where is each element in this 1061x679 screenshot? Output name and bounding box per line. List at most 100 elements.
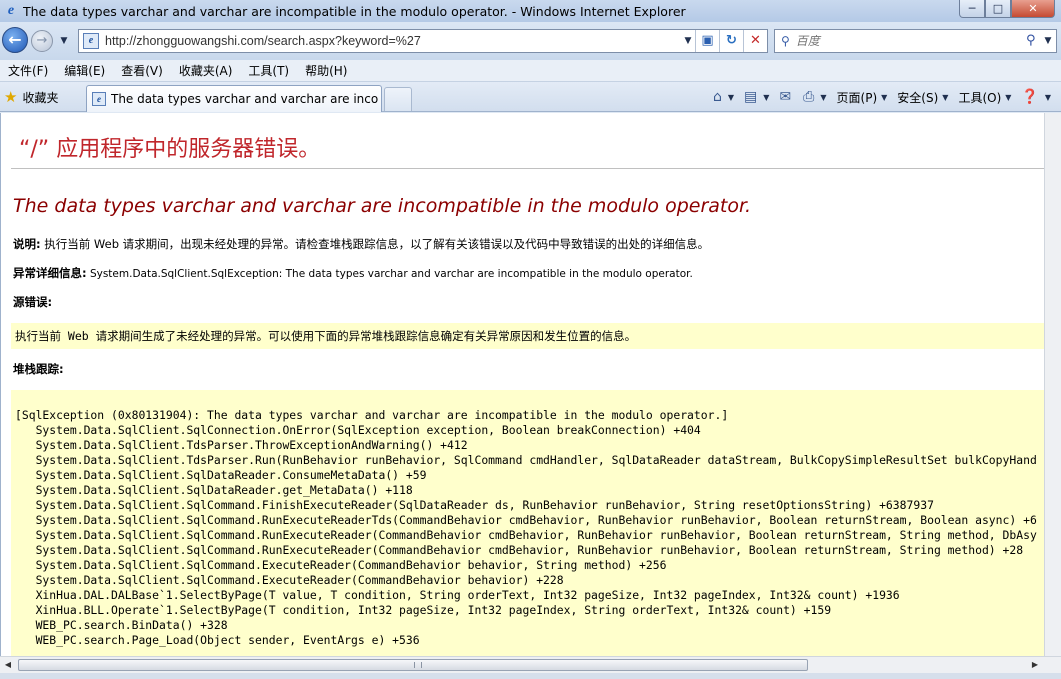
- home-button[interactable]: ⌂ ▼: [713, 89, 734, 105]
- navigation-bar: ← → ▼ e http://zhongguowangshi.com/searc…: [0, 22, 1061, 60]
- page-icon: e: [83, 33, 99, 49]
- stack-label: 堆栈跟踪:: [13, 362, 64, 376]
- tools-menu-label: 工具(O): [958, 90, 1002, 105]
- address-url[interactable]: http://zhongguowangshi.com/search.aspx?k…: [105, 34, 421, 48]
- menu-bar: 文件(F) 编辑(E) 查看(V) 收藏夹(A) 工具(T) 帮助(H): [0, 60, 1061, 82]
- title-bar[interactable]: e The data types varchar and varchar are…: [0, 0, 1061, 22]
- stack-line: System.Data.SqlClient.SqlCommand.FinishE…: [15, 498, 934, 512]
- compatibility-view-icon[interactable]: ▣: [695, 30, 719, 52]
- tab-active[interactable]: e The data types varchar and varchar are…: [86, 85, 382, 112]
- search-icon[interactable]: ⚲: [1026, 30, 1040, 52]
- stack-line: System.Data.SqlClient.SqlDataReader.Cons…: [15, 468, 427, 482]
- feeds-button[interactable]: ▤ ▼: [744, 89, 769, 105]
- stack-line: XinHua.BLL.Operate`1.SelectByPage(T cond…: [15, 603, 832, 617]
- chevron-down-icon[interactable]: ▼: [763, 93, 769, 102]
- description-label: 说明:: [13, 237, 41, 251]
- search-box[interactable]: ⚲ ⚲ ▼: [774, 29, 1057, 53]
- stack-trace-box: [SqlException (0x80131904): The data typ…: [11, 390, 1061, 656]
- source-error-box: 执行当前 Web 请求期间生成了未经处理的异常。可以使用下面的异常堆栈跟踪信息确…: [11, 323, 1045, 349]
- details-line: 异常详细信息: System.Data.SqlClient.SqlExcepti…: [13, 265, 693, 281]
- chevron-down-icon[interactable]: ▼: [820, 93, 826, 102]
- safety-menu-button[interactable]: 安全(S) ▼: [897, 89, 948, 106]
- close-button[interactable]: ✕: [1011, 0, 1055, 18]
- menu-favorites[interactable]: 收藏夹(A): [171, 60, 241, 82]
- address-dropdown-icon[interactable]: ▼: [681, 30, 695, 52]
- print-button[interactable]: ⎙ ▼: [803, 89, 826, 105]
- tab-label: The data types varchar and varchar are i…: [111, 92, 379, 106]
- page-icon: e: [92, 92, 106, 106]
- details-text: System.Data.SqlClient.SqlException: The …: [86, 268, 693, 280]
- menu-view[interactable]: 查看(V): [113, 60, 171, 82]
- window-title: The data types varchar and varchar are i…: [23, 3, 686, 19]
- stack-line: System.Data.SqlClient.SqlCommand.RunExec…: [15, 543, 1024, 557]
- window-controls: ─ □ ✕: [959, 0, 1055, 18]
- stack-line: System.Data.SqlClient.SqlDataReader.get_…: [15, 483, 413, 497]
- tools-menu-button[interactable]: 工具(O) ▼: [958, 89, 1011, 106]
- menu-tools[interactable]: 工具(T): [240, 60, 297, 82]
- ie-icon: e: [7, 3, 15, 18]
- search-dropdown-icon[interactable]: ▼: [1042, 30, 1054, 52]
- scroll-right-icon[interactable]: ▶: [1029, 659, 1041, 671]
- stack-line: XinHua.DAL.DALBase`1.SelectByPage(T valu…: [15, 588, 900, 602]
- source-label-line: 源错误:: [13, 294, 52, 310]
- command-bar: ⌂ ▼ ▤ ▼ ✉ ⎙ ▼ 页面(P) ▼ 安全(S) ▼ 工具(O) ▼ ❓ ▼: [713, 85, 1061, 109]
- mail-icon: ✉: [779, 89, 792, 105]
- menu-file[interactable]: 文件(F): [0, 60, 56, 82]
- page-content: “/” 应用程序中的服务器错误。 The data types varchar …: [0, 113, 1061, 656]
- search-input[interactable]: [795, 34, 1016, 48]
- details-label: 异常详细信息:: [13, 266, 87, 280]
- stack-line: WEB_PC.search.BinData() +328: [15, 618, 228, 632]
- new-tab-button[interactable]: [384, 87, 412, 111]
- scrollbar-thumb[interactable]: [18, 659, 808, 671]
- home-icon: ⌂: [713, 89, 722, 105]
- stack-line: System.Data.SqlClient.SqlConnection.OnEr…: [15, 423, 701, 437]
- description-line: 说明: 执行当前 Web 请求期间，出现未经处理的异常。请检查堆栈跟踪信息，以了…: [13, 236, 709, 252]
- minimize-button[interactable]: ─: [959, 0, 985, 18]
- chevron-down-icon: ▼: [1005, 92, 1012, 102]
- printer-icon: ⎙: [803, 89, 815, 105]
- stop-icon[interactable]: ✕: [743, 30, 767, 52]
- back-button[interactable]: ←: [2, 27, 28, 53]
- stack-label-line: 堆栈跟踪:: [13, 361, 64, 377]
- star-icon: ★: [4, 88, 18, 106]
- tab-bar: ★ 收藏夹 e The data types varchar and varch…: [0, 82, 1061, 112]
- stack-line: WEB_PC.search.Page_Load(Object sender, E…: [15, 633, 420, 647]
- stack-line: System.Data.SqlClient.SqlCommand.RunExec…: [15, 528, 1037, 542]
- mail-button[interactable]: ✉: [779, 89, 793, 105]
- help-button[interactable]: ❓ ▼: [1021, 89, 1051, 105]
- stack-line: [SqlException (0x80131904): The data typ…: [15, 408, 729, 422]
- search-provider-icon: ⚲: [781, 34, 790, 48]
- source-label: 源错误:: [13, 295, 53, 309]
- forward-button[interactable]: →: [31, 30, 53, 52]
- horizontal-scrollbar[interactable]: ◀ ▶: [0, 656, 1061, 673]
- stack-line: System.Data.SqlClient.SqlCommand.Execute…: [15, 558, 667, 572]
- chevron-down-icon[interactable]: ▼: [728, 93, 734, 102]
- stack-line: System.Data.SqlClient.SqlCommand.Execute…: [15, 573, 564, 587]
- description-text: 执行当前 Web 请求期间，出现未经处理的异常。请检查堆栈跟踪信息，以了解有关该…: [40, 237, 710, 251]
- page-menu-button[interactable]: 页面(P) ▼: [837, 89, 888, 106]
- stack-line: System.Data.SqlClient.SqlCommand.RunExec…: [15, 513, 1037, 527]
- chevron-down-icon[interactable]: ▼: [1045, 93, 1051, 102]
- status-bar: [0, 673, 1061, 679]
- scroll-left-icon[interactable]: ◀: [2, 659, 14, 671]
- stack-line: System.Data.SqlClient.TdsParser.Run(RunB…: [15, 453, 1037, 467]
- favorites-label: 收藏夹: [22, 90, 59, 105]
- menu-edit[interactable]: 编辑(E): [56, 60, 113, 82]
- rss-icon: ▤: [744, 89, 758, 105]
- page-title: “/” 应用程序中的服务器错误。: [19, 137, 321, 162]
- maximize-button[interactable]: □: [985, 0, 1011, 18]
- vertical-scrollbar[interactable]: [1044, 113, 1061, 656]
- page-menu-label: 页面(P): [836, 90, 878, 105]
- favorites-button[interactable]: ★ 收藏夹: [4, 87, 58, 107]
- help-icon: ❓: [1021, 89, 1039, 105]
- grip-icon: [414, 662, 422, 668]
- menu-help[interactable]: 帮助(H): [297, 60, 355, 82]
- safety-menu-label: 安全(S): [897, 90, 939, 105]
- address-bar[interactable]: e http://zhongguowangshi.com/search.aspx…: [78, 29, 768, 53]
- history-dropdown-icon[interactable]: ▼: [58, 35, 70, 47]
- stack-line: System.Data.SqlClient.TdsParser.ThrowExc…: [15, 438, 468, 452]
- browser-window: e The data types varchar and varchar are…: [0, 0, 1061, 679]
- refresh-icon[interactable]: ↻: [719, 30, 743, 52]
- error-message: The data types varchar and varchar are i…: [13, 195, 752, 217]
- chevron-down-icon: ▼: [881, 92, 888, 102]
